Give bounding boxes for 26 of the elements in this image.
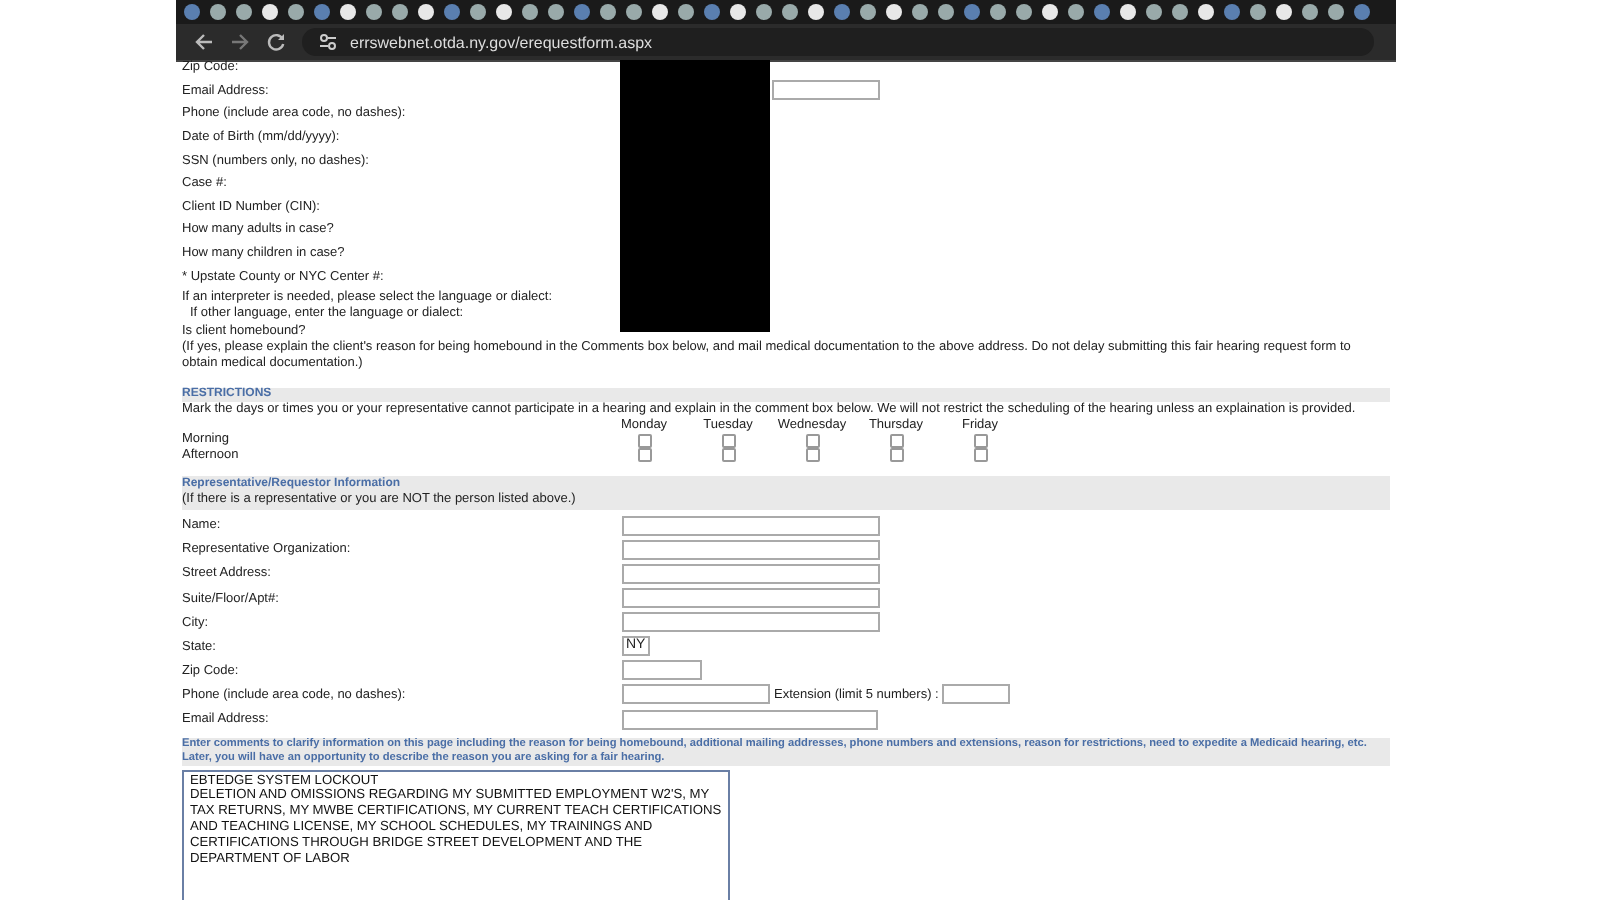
text-field[interactable] — [622, 709, 878, 730]
url-text[interactable]: errswebnet.otda.ny.gov/erequestform.aspx — [350, 33, 653, 51]
text-field[interactable] — [622, 563, 880, 584]
checkbox[interactable] — [889, 433, 903, 448]
text-field[interactable] — [622, 660, 702, 681]
text-field[interactable] — [622, 515, 880, 536]
text-field[interactable] — [622, 612, 880, 633]
checkbox[interactable] — [889, 448, 903, 463]
reload-icon[interactable] — [266, 32, 286, 52]
checkbox[interactable] — [973, 433, 987, 448]
checkbox[interactable] — [721, 448, 735, 463]
address-bar[interactable]: errswebnet.otda.ny.gov/erequestform.aspx — [302, 28, 1374, 56]
checkbox[interactable] — [805, 448, 819, 463]
text-field[interactable] — [622, 588, 880, 609]
text-field[interactable] — [622, 539, 880, 560]
checkbox[interactable] — [721, 433, 735, 448]
forward-icon[interactable] — [230, 32, 250, 52]
checkbox[interactable] — [973, 448, 987, 463]
text-field[interactable] — [622, 684, 770, 705]
extension-field[interactable] — [942, 684, 1011, 705]
checkbox[interactable] — [637, 448, 651, 463]
back-icon[interactable] — [194, 32, 214, 52]
checkbox[interactable] — [805, 433, 819, 448]
site-info-icon[interactable] — [318, 32, 338, 52]
checkbox[interactable] — [637, 433, 651, 448]
text-field[interactable] — [772, 80, 880, 101]
